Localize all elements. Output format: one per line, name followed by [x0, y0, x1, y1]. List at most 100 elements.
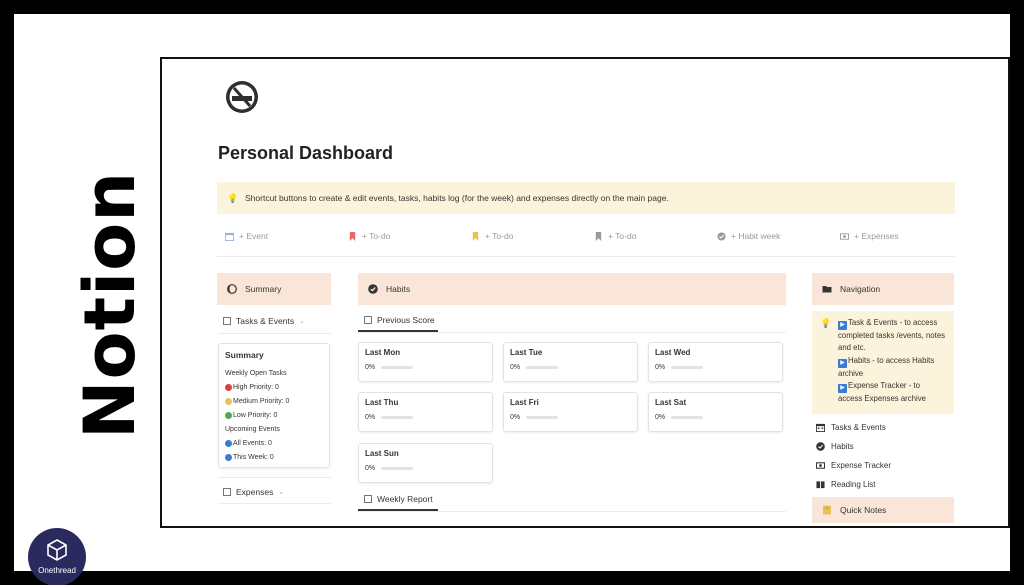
section-divider: [217, 256, 955, 257]
this-week-line: This Week: 0: [225, 450, 323, 464]
habit-card-score: 0%: [365, 364, 376, 371]
previous-score-label: Previous Score: [377, 315, 435, 325]
tab-divider: [218, 333, 331, 334]
habit-card[interactable]: Last Sat 0%: [648, 392, 783, 432]
tasks-events-view-label: Tasks & Events: [236, 316, 295, 326]
logo-text: Onethread: [38, 566, 76, 575]
book-icon: [816, 481, 825, 489]
bookmark-icon: [349, 231, 356, 241]
note-icon: [823, 505, 831, 515]
nav-link-reading-list[interactable]: Reading List: [816, 480, 875, 489]
nav-link-habits[interactable]: Habits: [816, 442, 854, 451]
nav-link-label: Tasks & Events: [831, 423, 886, 432]
habit-card[interactable]: Last Sun 0%: [358, 443, 493, 483]
table-view-icon: [223, 488, 231, 496]
low-priority-text: Low Priority: 0: [233, 411, 278, 419]
navigation-callout: 💡 ▶ Task & Events - to access completed t…: [812, 311, 954, 414]
notion-page-frame: Personal Dashboard 💡 Shortcut buttons to…: [160, 57, 1010, 528]
no-smoking-icon[interactable]: [224, 79, 260, 115]
shortcut-buttons: + Event + To-do + To-do + To-do + Habit …: [217, 225, 955, 247]
expenses-view-tab[interactable]: Expenses ⌄: [223, 487, 284, 497]
low-priority-line: Low Priority: 0: [225, 408, 323, 422]
nav-callout-text: Task & Events - to access completed task…: [838, 318, 946, 353]
habit-card-score: 0%: [655, 414, 666, 421]
habit-card[interactable]: Last Tue 0%: [503, 342, 638, 382]
add-event-label: + Event: [239, 231, 269, 241]
habits-header[interactable]: Habits: [358, 273, 786, 305]
habit-card[interactable]: Last Mon 0%: [358, 342, 493, 382]
globe-icon: [225, 453, 232, 461]
progress-bar: [526, 366, 559, 369]
tab-divider: [358, 332, 786, 333]
habit-card-score: 0%: [365, 465, 376, 472]
add-habit-week-button[interactable]: + Habit week: [709, 225, 832, 247]
progress-bar: [381, 416, 414, 419]
previous-score-tab[interactable]: Previous Score: [364, 315, 435, 325]
summary-header-label: Summary: [245, 284, 282, 294]
habit-card-score: 0%: [365, 414, 376, 421]
progress-bar: [671, 416, 704, 419]
cube-logo-icon: [47, 539, 67, 561]
table-view-icon: [364, 495, 372, 503]
nav-link-label: Habits: [831, 442, 854, 451]
quick-notes-header[interactable]: Quick Notes: [812, 497, 954, 523]
habit-card[interactable]: Last Wed 0%: [648, 342, 783, 382]
add-event-button[interactable]: + Event: [217, 225, 340, 247]
bookmark-icon: [472, 231, 479, 241]
add-expenses-button[interactable]: + Expenses: [832, 225, 955, 247]
habit-card-name: Last Fri: [510, 398, 539, 407]
habit-card-name: Last Sat: [655, 398, 687, 407]
chevron-down-icon: ⌄: [278, 489, 285, 496]
table-view-icon: [364, 316, 372, 324]
weekly-report-tab[interactable]: Weekly Report: [364, 494, 433, 504]
nav-link-expense-tracker[interactable]: Expense Tracker: [816, 461, 891, 470]
onethread-logo: Onethread: [28, 528, 86, 585]
summary-card[interactable]: Summary Weekly Open Tasks High Priority:…: [218, 343, 330, 468]
add-todo-red-button[interactable]: + To-do: [340, 225, 463, 247]
lightbulb-icon: 💡: [820, 318, 832, 328]
globe-icon: [225, 439, 232, 447]
check-badge-icon: [816, 442, 825, 451]
expenses-view-label: Expenses: [236, 487, 274, 497]
navigation-header[interactable]: Navigation: [812, 273, 954, 305]
moon-icon: [227, 284, 237, 294]
chevron-down-icon: ⌄: [299, 318, 305, 325]
page-title[interactable]: Personal Dashboard: [218, 143, 393, 164]
arrow-right-icon: ▶: [838, 358, 847, 368]
medium-priority-line: Medium Priority: 0: [225, 394, 323, 408]
habits-header-label: Habits: [386, 284, 411, 294]
summary-card-title: Summary: [225, 350, 264, 360]
habit-card[interactable]: Last Fri 0%: [503, 392, 638, 432]
weekly-report-label: Weekly Report: [377, 494, 433, 504]
summary-header[interactable]: Summary: [217, 273, 331, 305]
weekly-open-tasks-label: Weekly Open Tasks: [225, 369, 287, 377]
add-todo-gray-button[interactable]: + To-do: [586, 225, 709, 247]
folder-icon: [822, 286, 832, 293]
habit-card-score: 0%: [510, 414, 521, 421]
add-todo-yellow-button[interactable]: + To-do: [463, 225, 586, 247]
check-badge-icon: [368, 284, 378, 294]
table-view-icon: [223, 317, 231, 325]
nav-link-label: Expense Tracker: [831, 461, 892, 470]
yellow-circle-icon: [225, 397, 232, 405]
habit-card[interactable]: Last Thu 0%: [358, 392, 493, 432]
habit-card-name: Last Wed: [655, 348, 691, 357]
tab-divider: [218, 503, 331, 504]
this-week-text: This Week: 0: [233, 453, 274, 461]
tasks-events-view-tab[interactable]: Tasks & Events ⌄: [223, 316, 305, 326]
check-circle-icon: [717, 231, 726, 241]
calendar-icon: [225, 232, 234, 241]
money-icon: [840, 232, 849, 240]
nav-link-tasks-events[interactable]: Tasks & Events: [816, 423, 886, 432]
habit-card-score: 0%: [510, 364, 521, 371]
habit-card-name: Last Thu: [365, 398, 399, 407]
add-todo-label: + To-do: [485, 231, 514, 241]
nav-callout-text: Expense Tracker - to access Expenses arc…: [838, 381, 926, 404]
green-circle-icon: [225, 411, 232, 419]
lightbulb-icon: 💡: [227, 192, 239, 203]
nav-callout-text: Habits - to access Habits archive: [838, 355, 935, 378]
calendar-icon: [816, 423, 825, 432]
habit-card-score: 0%: [655, 364, 666, 371]
nav-callout-line: ▶ Task & Events - to access completed tas…: [838, 317, 946, 355]
arrow-right-icon: ▶: [838, 384, 847, 394]
